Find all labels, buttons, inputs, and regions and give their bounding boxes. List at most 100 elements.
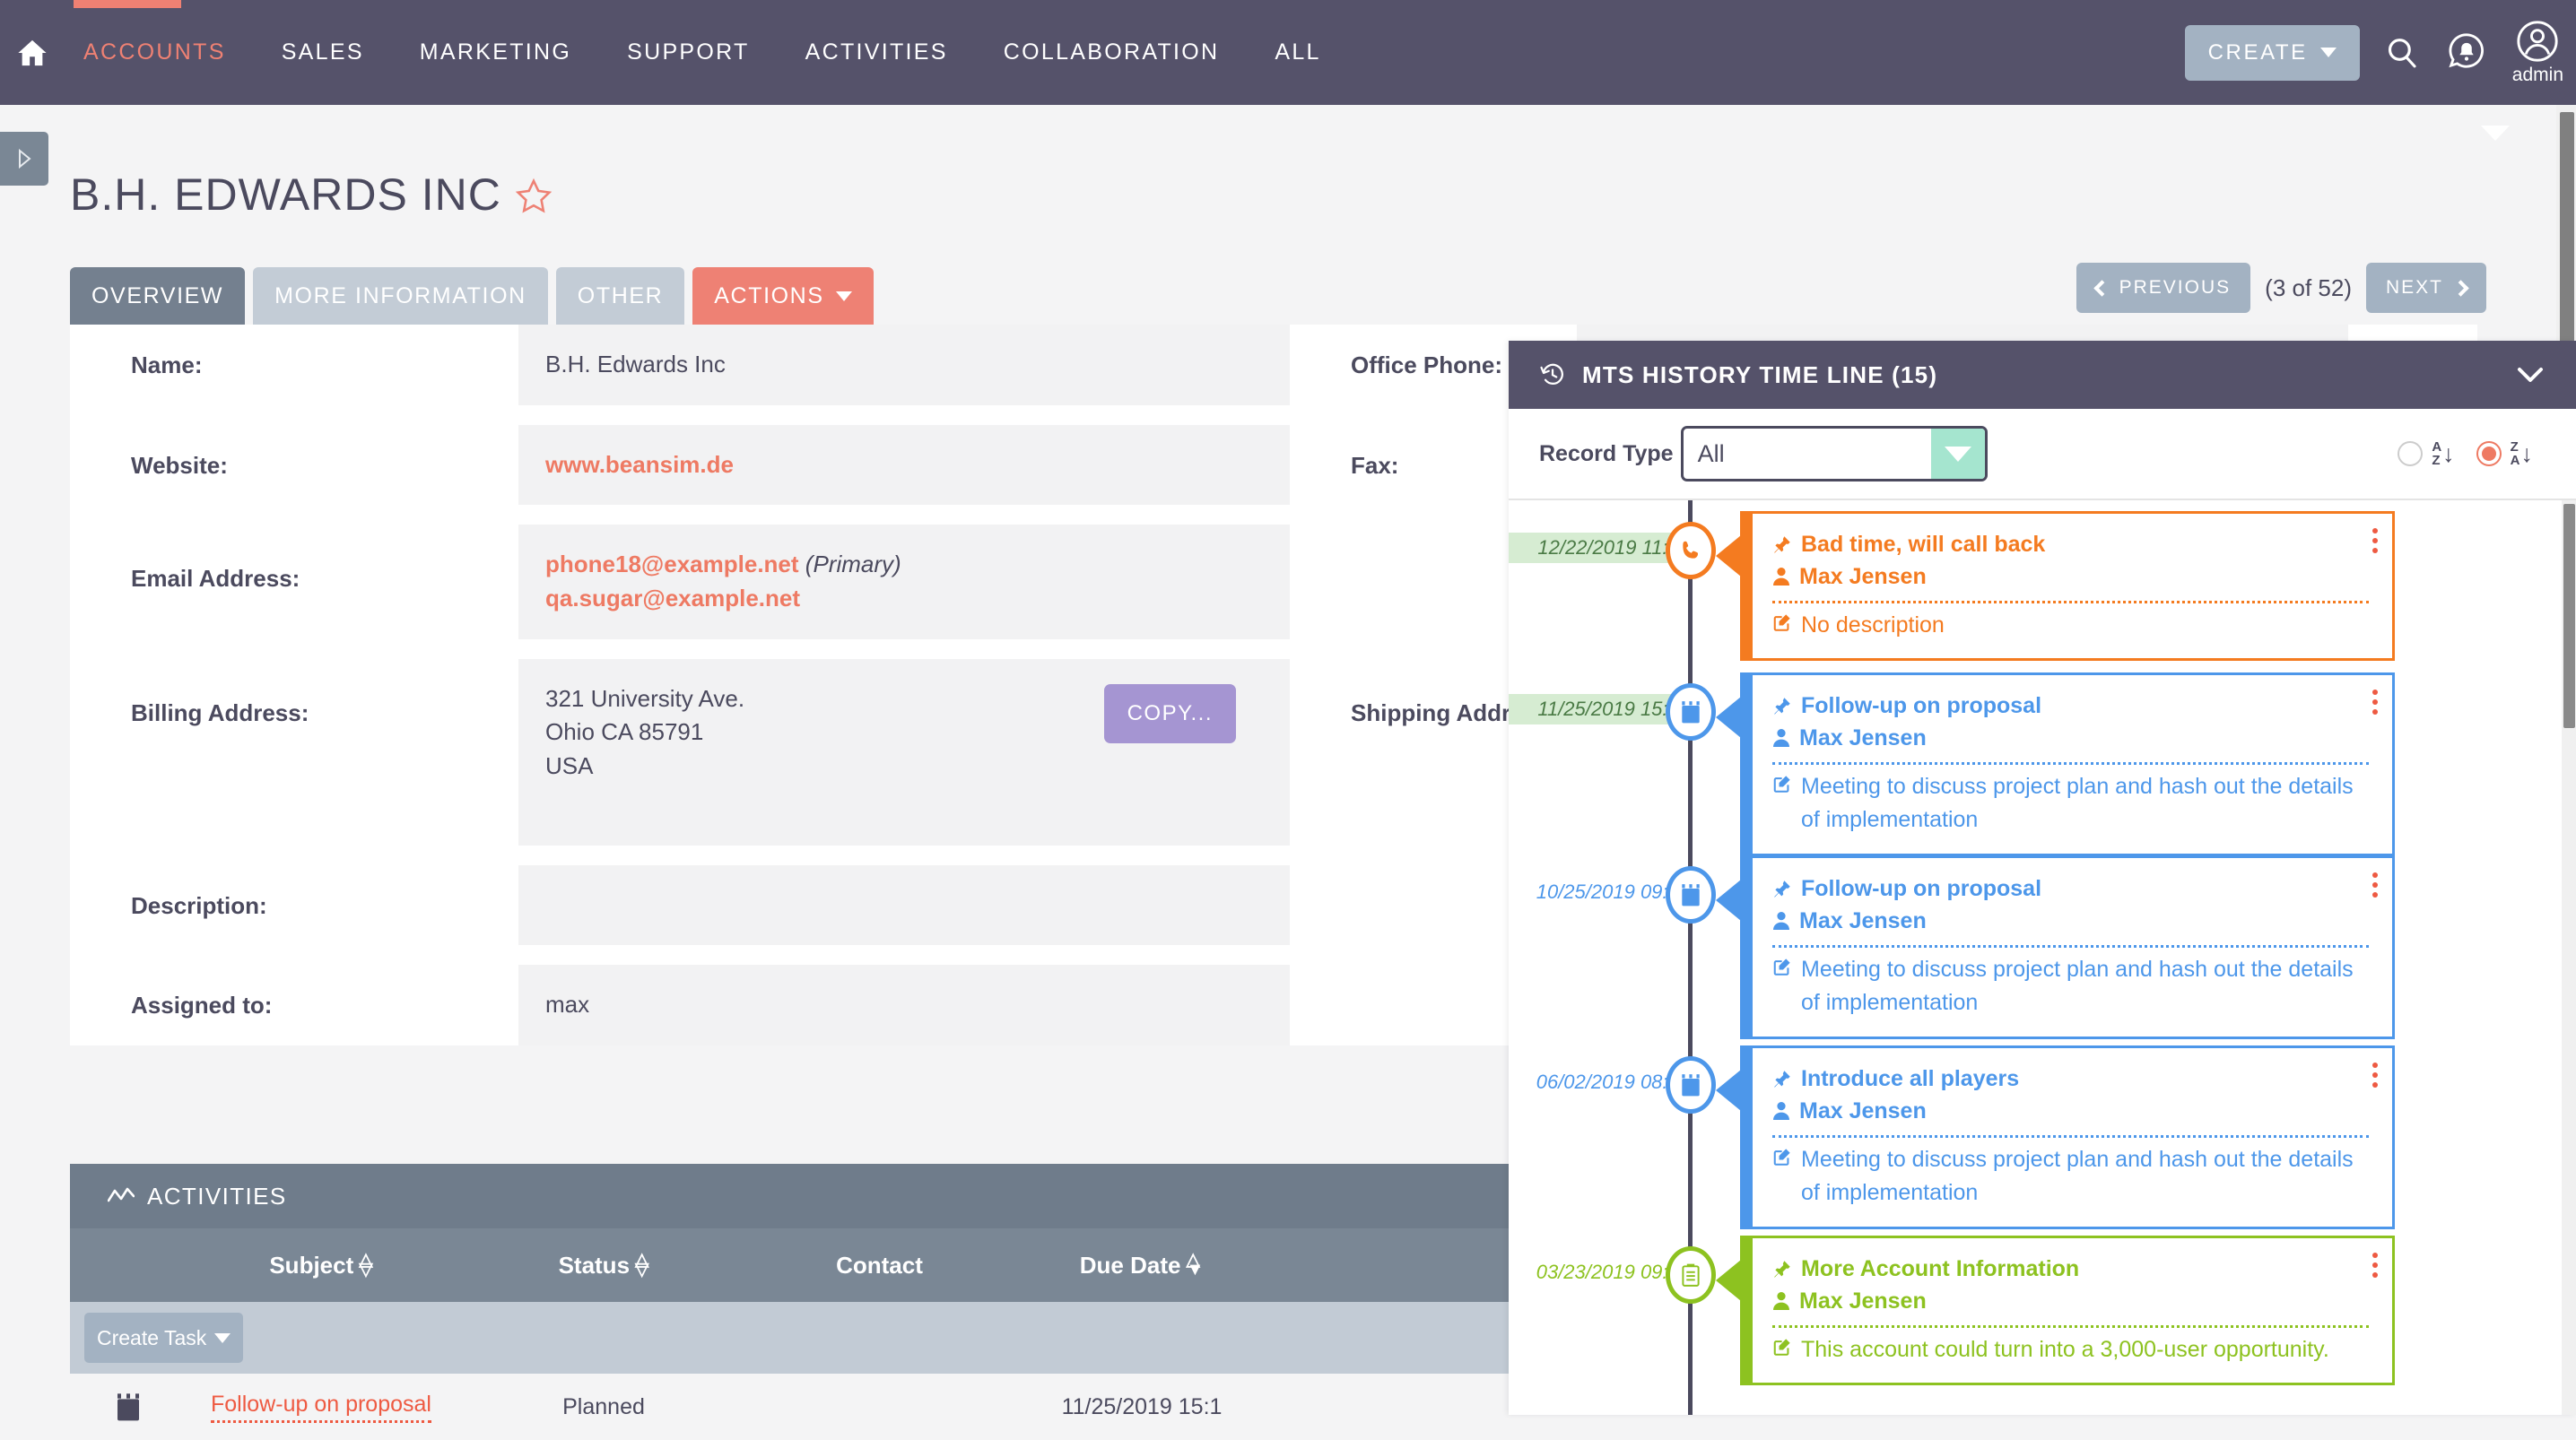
create-task-button[interactable]: Create Task xyxy=(84,1313,244,1363)
tab-overview[interactable]: OVERVIEW xyxy=(70,267,246,325)
row-due-date: 11/25/2019 15:1 xyxy=(1061,1393,1223,1419)
timeline-title: MTS HISTORY TIME LINE (15) xyxy=(1582,360,1938,388)
timeline-entry-card[interactable]: Follow-up on proposal Max Jensen Meeting… xyxy=(1716,855,2395,1039)
value-description[interactable] xyxy=(518,864,1290,946)
phone-icon[interactable] xyxy=(1666,522,1716,579)
star-outline-icon[interactable] xyxy=(514,177,553,216)
timeline-entry-card[interactable]: More Account Information Max Jensen This… xyxy=(1716,1236,2395,1385)
username-label: admin xyxy=(2511,65,2563,85)
note-clipboard-icon[interactable] xyxy=(1666,1246,1716,1304)
row-subject-link[interactable]: Follow-up on proposal xyxy=(211,1392,431,1423)
top-navigation-bar: ACCOUNTS SALES MARKETING SUPPORT ACTIVIT… xyxy=(0,0,2576,105)
column-due-date[interactable]: Due Date △ ▼ xyxy=(1007,1251,1276,1280)
entry-description: No description xyxy=(1801,612,1945,638)
timeline-scrollbar[interactable] xyxy=(2562,500,2576,1415)
person-icon xyxy=(1772,1101,1790,1121)
sort-z-a-icon[interactable]: Z A ↓ xyxy=(2511,440,2533,467)
nav-item-collaboration[interactable]: COLLABORATION xyxy=(976,0,1248,105)
timeline-controls: Record Type All A Z ↓ Z A ↓ xyxy=(1509,409,2576,499)
column-due-date-label: Due Date xyxy=(1079,1251,1181,1279)
timeline-entry-card[interactable]: Follow-up on proposal Max Jensen Meeting… xyxy=(1716,672,2395,856)
tab-actions[interactable]: ACTIONS xyxy=(692,267,874,325)
sort-toggle-icon[interactable]: △ ▽ xyxy=(359,1251,372,1279)
column-contact[interactable]: Contact xyxy=(752,1252,1007,1280)
sort-descending-radio[interactable] xyxy=(2476,441,2502,466)
timeline-header: MTS HISTORY TIME LINE (15) xyxy=(1509,341,2576,409)
timeline-scrollbar-thumb[interactable] xyxy=(2563,504,2575,728)
row-meeting-icon xyxy=(70,1391,187,1423)
more-options-icon[interactable] xyxy=(2372,1063,2378,1088)
activities-title: ACTIVITIES xyxy=(147,1182,287,1210)
entry-user-row: Max Jensen xyxy=(1772,560,2369,593)
row-subject[interactable]: Follow-up on proposal xyxy=(187,1392,456,1423)
history-clock-icon xyxy=(1539,361,1566,388)
previous-record-button[interactable]: PREVIOUS xyxy=(2076,263,2251,313)
chevron-right-icon xyxy=(2452,279,2469,297)
nav-item-support[interactable]: SUPPORT xyxy=(599,0,778,105)
panel-collapse-chevron-icon[interactable] xyxy=(2481,126,2510,141)
value-website[interactable]: www.beansim.de xyxy=(518,424,1290,506)
more-options-icon[interactable] xyxy=(2372,690,2378,715)
record-counter: (3 of 52) xyxy=(2265,273,2352,301)
meeting-icon[interactable] xyxy=(1666,683,1716,741)
active-tab-accent-bar xyxy=(74,0,181,8)
entry-description-row: This account could turn into a 3,000-use… xyxy=(1772,1333,2369,1367)
nav-item-marketing[interactable]: MARKETING xyxy=(392,0,599,105)
search-icon[interactable] xyxy=(2383,34,2421,72)
activity-chart-icon xyxy=(108,1187,135,1202)
nav-item-accounts[interactable]: ACCOUNTS xyxy=(56,0,254,105)
email-primary-tag: (Primary) xyxy=(805,551,901,578)
entry-divider xyxy=(1772,944,2369,948)
copy-address-button[interactable]: COPY... xyxy=(1103,683,1236,743)
entry-title-row: Introduce all players xyxy=(1772,1063,2369,1095)
value-assigned-to[interactable]: max xyxy=(518,965,1290,1046)
value-name[interactable]: B.H. Edwards Inc xyxy=(518,325,1290,405)
sort-desc-active-icon[interactable]: △ ▼ xyxy=(1186,1251,1204,1279)
label-email-address: Email Address: xyxy=(131,565,300,593)
email-primary-link[interactable]: phone18@example.net xyxy=(545,551,799,577)
sort-a-z-icon[interactable]: A Z ↓ xyxy=(2432,440,2454,467)
column-status[interactable]: Status △ ▽ xyxy=(456,1251,752,1280)
sort-toggle-icon[interactable]: △ ▽ xyxy=(635,1251,648,1279)
table-row[interactable]: Follow-up on proposal Planned 11/25/2019… xyxy=(70,1374,1516,1440)
tab-other[interactable]: OTHER xyxy=(555,267,685,325)
row-status: Planned xyxy=(562,1393,645,1419)
nav-item-activities[interactable]: ACTIVITIES xyxy=(778,0,976,105)
website-link[interactable]: www.beansim.de xyxy=(545,451,734,478)
create-button[interactable]: CREATE xyxy=(2184,24,2360,81)
value-email-address[interactable]: phone18@example.net (Primary) qa.sugar@e… xyxy=(518,525,1290,639)
sort-ascending-radio[interactable] xyxy=(2398,441,2424,466)
more-options-icon[interactable] xyxy=(2372,872,2378,898)
user-avatar[interactable]: admin xyxy=(2512,19,2563,86)
chevron-down-icon xyxy=(835,291,852,301)
edit-note-icon xyxy=(1772,774,1792,794)
timeline-entry-card[interactable]: Bad time, will call back Max Jensen No d… xyxy=(1716,511,2395,661)
tab-more-information[interactable]: MORE INFORMATION xyxy=(253,267,548,325)
notification-bell-icon[interactable] xyxy=(2444,30,2489,75)
meeting-icon xyxy=(117,1393,139,1421)
entry-user: Max Jensen xyxy=(1799,908,1927,934)
more-options-icon[interactable] xyxy=(2372,528,2378,553)
pin-icon xyxy=(1772,534,1792,554)
home-icon[interactable] xyxy=(9,37,56,69)
timeline-entry-card[interactable]: Introduce all players Max Jensen Meeting… xyxy=(1716,1045,2395,1229)
record-type-select[interactable]: All xyxy=(1680,426,1988,481)
page-title: B.H. EDWARDS INC xyxy=(70,169,553,221)
activities-panel-header: ACTIVITIES xyxy=(70,1164,1516,1228)
more-options-icon[interactable] xyxy=(2372,1253,2378,1278)
value-billing-address[interactable]: 321 University Ave. Ohio CA 85791 USA CO… xyxy=(518,658,1290,846)
next-record-button[interactable]: NEXT xyxy=(2365,263,2486,313)
column-subject-label: Subject xyxy=(269,1251,354,1279)
billing-line-3: USA xyxy=(545,752,594,780)
chevron-down-icon[interactable] xyxy=(2515,365,2546,385)
nav-item-sales[interactable]: SALES xyxy=(254,0,392,105)
nav-item-all[interactable]: ALL xyxy=(1247,0,1348,105)
activities-column-header: Subject △ ▽ Status △ ▽ Contact Due Date △ ▼ xyxy=(70,1228,1516,1302)
meeting-icon[interactable] xyxy=(1666,1056,1716,1114)
sidebar-expand-toggle[interactable] xyxy=(0,132,48,186)
meeting-icon[interactable] xyxy=(1666,866,1716,924)
email-secondary-link[interactable]: qa.sugar@example.net xyxy=(545,585,800,612)
column-subject[interactable]: Subject △ ▽ xyxy=(187,1251,456,1280)
edit-note-icon xyxy=(1772,612,1792,632)
record-type-label: Record Type xyxy=(1539,440,1674,466)
